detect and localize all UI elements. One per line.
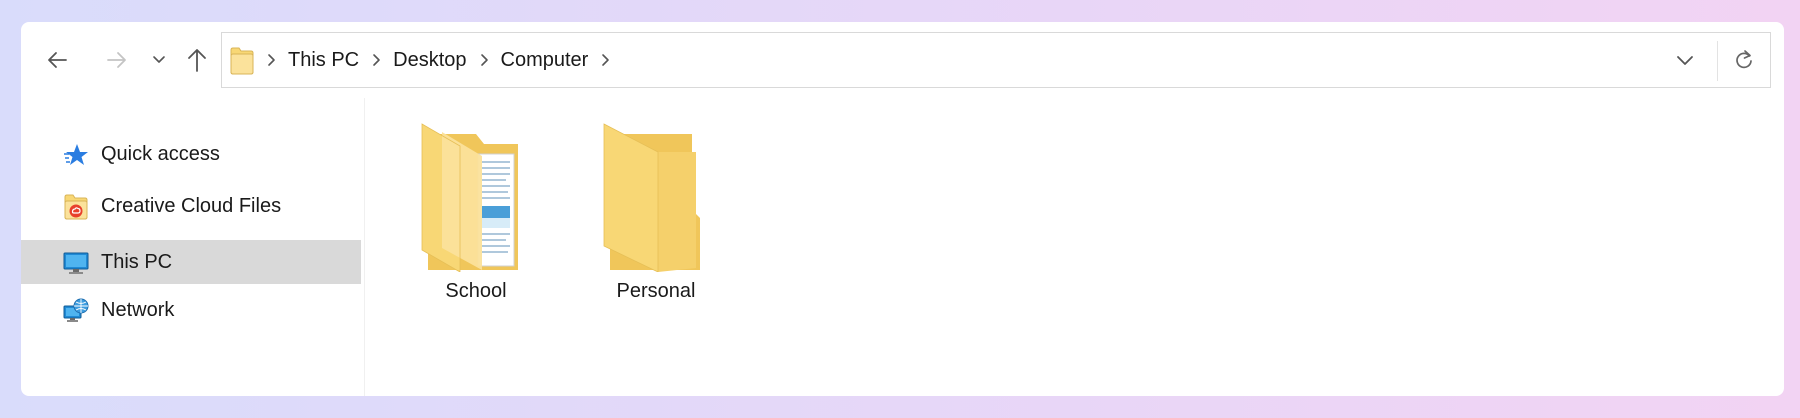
arrow-up-icon	[188, 49, 206, 72]
folder-item-school[interactable]: School	[386, 122, 566, 322]
navigation-pane: Quick access Creative Cloud Files This P…	[21, 98, 365, 396]
breadcrumb-separator[interactable]	[369, 53, 383, 67]
star-icon	[64, 144, 88, 165]
breadcrumb-separator[interactable]	[477, 53, 491, 67]
forward-button[interactable]	[99, 42, 135, 78]
refresh-button[interactable]	[1718, 33, 1770, 87]
breadcrumb-separator[interactable]	[264, 53, 278, 67]
arrow-right-icon	[107, 52, 126, 68]
chevron-right-icon	[480, 54, 488, 66]
breadcrumb-computer[interactable]: Computer	[501, 50, 589, 70]
sidebar-item-label: This PC	[101, 250, 173, 273]
up-button[interactable]	[179, 42, 215, 78]
navigation-bar: This PC Desktop Computer	[21, 22, 1784, 98]
folder-content-area: School Personal	[366, 98, 1784, 396]
sidebar-item-label: Network	[101, 298, 175, 321]
sidebar-item-creative-cloud-files[interactable]: Creative Cloud Files	[21, 184, 361, 228]
back-button[interactable]	[39, 42, 75, 78]
recent-locations-button[interactable]	[146, 42, 172, 78]
breadcrumb: This PC Desktop Computer	[264, 33, 622, 87]
sidebar-item-network[interactable]: Network	[21, 288, 361, 332]
arrow-left-icon	[48, 52, 67, 68]
sidebar-item-this-pc[interactable]: This PC	[21, 240, 361, 284]
sidebar-item-label: Creative Cloud Files	[101, 194, 282, 217]
address-history-dropdown[interactable]	[1662, 33, 1708, 87]
creative-cloud-folder-icon	[64, 194, 88, 220]
folder-icon	[230, 47, 254, 75]
chevron-down-icon	[153, 56, 165, 63]
file-explorer-window: This PC Desktop Computer Quick access Cr…	[21, 22, 1784, 396]
network-icon	[63, 298, 89, 322]
refresh-icon	[1736, 50, 1752, 69]
folder-name: Personal	[616, 280, 696, 302]
chevron-right-icon	[602, 54, 610, 66]
address-bar[interactable]: This PC Desktop Computer	[221, 32, 1771, 88]
chevron-right-icon	[373, 54, 380, 66]
breadcrumb-separator[interactable]	[598, 53, 612, 67]
breadcrumb-this-pc[interactable]: This PC	[288, 50, 359, 70]
chevron-right-icon	[268, 54, 275, 66]
folder-name: School	[445, 280, 507, 302]
chevron-down-icon	[1677, 56, 1693, 65]
folder-item-personal[interactable]: Personal	[566, 122, 746, 322]
folder-icon	[603, 123, 700, 272]
sidebar-item-label: Quick access	[101, 142, 220, 165]
sidebar-item-quick-access[interactable]: Quick access	[21, 132, 361, 176]
folder-with-documents-icon	[421, 123, 518, 272]
breadcrumb-desktop[interactable]: Desktop	[393, 50, 466, 70]
monitor-icon	[63, 252, 89, 274]
